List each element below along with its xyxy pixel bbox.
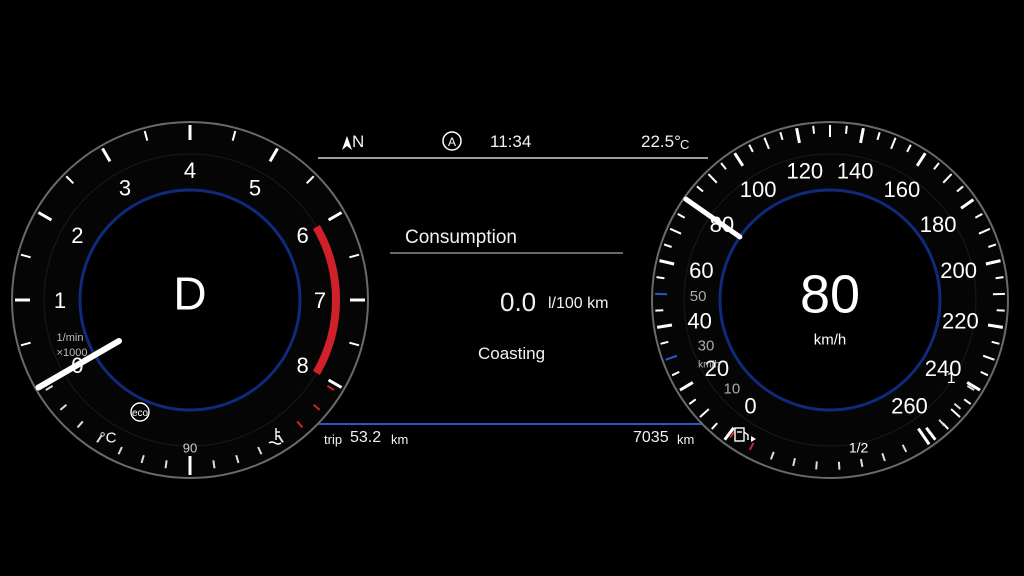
speed-label-100: 100	[740, 177, 777, 202]
tacho-label-2: 2	[71, 223, 83, 248]
speed-tick	[845, 125, 848, 134]
speed-label-240: 240	[925, 356, 962, 381]
speed-tick	[995, 276, 1004, 280]
speed-tick	[656, 276, 665, 280]
speed-label-10: 10	[724, 381, 741, 398]
speed-label-30: 30	[698, 338, 715, 355]
consumption-unit: l/100 km	[548, 295, 609, 312]
speed-label-60: 60	[689, 258, 713, 283]
speed-label-200: 200	[940, 258, 977, 283]
tacho-label-4: 4	[184, 158, 196, 183]
speed-small-unit: km/h	[698, 360, 720, 371]
compass-arrow-icon	[342, 136, 352, 150]
speed-label-120: 120	[786, 158, 823, 183]
coolant-unit: °C	[100, 429, 117, 446]
fuel-full-label: 1	[947, 370, 956, 387]
speed-label-50: 50	[690, 288, 707, 305]
consumption-value: 0.0	[500, 287, 537, 317]
coolant-tick	[212, 460, 216, 469]
speed-label-160: 160	[884, 177, 921, 202]
tachometer: 0123456781/min×1000D°C90	[11, 121, 369, 479]
speedometer: 0204060801001201401601802002202402601030…	[651, 121, 1009, 479]
trip-distance: 53.2	[350, 429, 382, 446]
compass-direction: N	[352, 132, 365, 151]
drive-mode-text: Coasting	[478, 344, 546, 363]
tacho-label-3: 3	[119, 175, 131, 200]
fuel-tick	[815, 461, 818, 470]
fuel-half-label: 1/2	[849, 439, 869, 455]
auto-hold-letter: A	[448, 135, 456, 149]
odometer-unit: km	[677, 432, 695, 447]
speed-label-180: 180	[920, 212, 957, 237]
tacho-label-1: 1	[54, 288, 66, 313]
tacho-label-5: 5	[249, 175, 261, 200]
tacho-label-8: 8	[296, 353, 308, 378]
clock-time: 11:34	[490, 132, 532, 151]
trip-label: trip	[324, 432, 343, 447]
tacho-label-6: 6	[296, 223, 308, 248]
tacho-label-7: 7	[314, 288, 326, 313]
eco-label: eco	[132, 408, 149, 419]
speed-tick	[812, 125, 815, 134]
speed-label-40: 40	[687, 309, 711, 334]
odometer-value: 7035	[633, 429, 669, 446]
outside-temperature: 22.5°	[641, 132, 681, 151]
digital-speed: 80	[800, 264, 860, 324]
speed-label-220: 220	[942, 309, 979, 334]
speed-label-140: 140	[837, 158, 874, 183]
coolant-tick	[164, 460, 168, 469]
digital-speed-unit: km/h	[814, 331, 847, 348]
gear-indicator: D	[173, 268, 206, 320]
speed-label-260: 260	[891, 393, 928, 418]
consumption-title: Consumption	[405, 227, 517, 248]
speed-label-0: 0	[744, 393, 756, 418]
coolant-mid-label: 90	[183, 441, 197, 456]
tacho-unit-multiplier: ×1000	[57, 347, 88, 359]
outside-temperature-unit: C	[680, 137, 690, 152]
tacho-unit-rpm: 1/min	[57, 332, 84, 344]
trip-unit: km	[391, 432, 409, 447]
